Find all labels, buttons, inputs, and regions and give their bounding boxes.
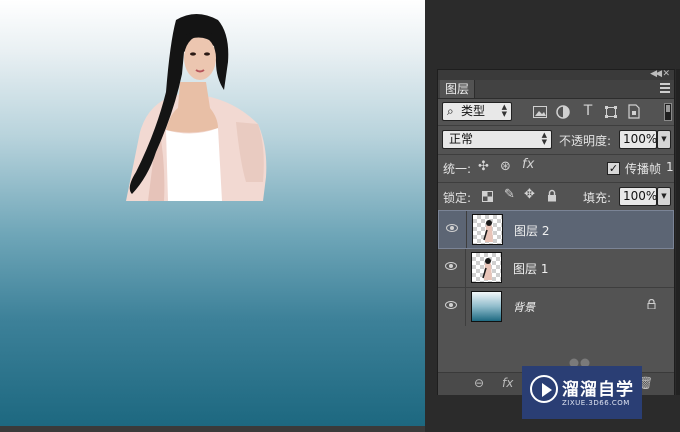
divider <box>438 125 674 126</box>
fill-value: 100% <box>623 189 658 203</box>
opacity-dropdown-button[interactable]: ▼ <box>657 130 671 149</box>
layer-thumbnail <box>471 291 502 322</box>
filter-row: ⌕ 类型 ▲ ▼ T <box>438 101 674 123</box>
filter-type-label: 类型 <box>461 104 486 118</box>
fill-dropdown-button[interactable]: ▼ <box>657 187 671 206</box>
layer-row-2[interactable]: 图层 2 <box>438 210 674 249</box>
opacity-input[interactable]: 100% <box>619 130 657 149</box>
divider <box>438 182 674 183</box>
blend-row: 正常 ▲ ▼ 不透明度: 100% ▼ <box>438 128 674 152</box>
adjustment-filter-icon[interactable] <box>556 105 570 119</box>
unify-label: 统一: <box>443 162 472 176</box>
watermark-title: 溜溜自学 <box>562 380 634 400</box>
play-logo-icon <box>530 375 558 403</box>
add-style-icon[interactable]: fx <box>502 376 513 390</box>
layer-name[interactable]: 背景 <box>513 299 535 315</box>
tab-layers[interactable]: 图层 <box>440 80 476 98</box>
layer-row-1[interactable]: 图层 1 <box>438 249 674 288</box>
woman-photo <box>126 14 267 201</box>
layer-name[interactable]: 图层 1 <box>513 260 548 277</box>
opacity-label: 不透明度: <box>559 134 612 148</box>
propagate-checkbox[interactable]: ✓ <box>607 162 620 175</box>
smart-object-filter-icon[interactable] <box>628 104 640 119</box>
chevron-updown-icon: ▲ ▼ <box>541 131 547 146</box>
blend-mode-value: 正常 <box>449 132 474 146</box>
lock-all-icon[interactable] <box>547 189 557 202</box>
fill-label: 填充: <box>583 191 612 205</box>
fill-input[interactable]: 100% <box>619 187 657 206</box>
dock-scroll-strip <box>676 69 680 395</box>
panel-menu-icon[interactable] <box>660 83 670 95</box>
opacity-value: 100% <box>623 132 658 146</box>
panel-tabbar: 图层 <box>438 80 674 99</box>
link-layers-icon[interactable]: ⊖ <box>474 376 484 390</box>
unify-row: 统一: ✣ ⊛ fx ✓ 传播帧 1 <box>438 156 674 180</box>
lock-transparency-icon[interactable] <box>482 191 493 202</box>
visibility-eye-icon[interactable] <box>438 249 466 287</box>
shape-filter-icon[interactable] <box>604 105 618 119</box>
layers-panel: ◀◀ ✕ 图层 ⌕ 类型 ▲▼ T 正常 ▲▼ 不透明度: 100% ▼ 统 <box>437 69 675 395</box>
unify-style-icon[interactable]: fx <box>522 157 534 172</box>
filter-type-select[interactable]: ⌕ 类型 ▲ ▼ <box>442 102 512 121</box>
layer-thumbnail <box>472 214 503 245</box>
lock-position-icon[interactable]: ✥ <box>524 187 535 202</box>
canvas-footer-strip <box>0 426 425 432</box>
visibility-eye-icon[interactable] <box>439 211 467 248</box>
close-icon[interactable]: ✕ <box>662 69 670 79</box>
blend-mode-select[interactable]: 正常 ▲ ▼ <box>442 130 552 149</box>
panel-topbar: ◀◀ ✕ <box>438 69 674 80</box>
lock-pixels-icon[interactable]: ✎ <box>504 187 515 202</box>
visibility-eye-icon[interactable] <box>438 288 466 326</box>
unify-position-icon[interactable]: ✣ <box>478 159 489 174</box>
lock-row: 锁定: ✎ ✥ 填充: 100% ▼ <box>438 184 674 208</box>
divider <box>438 154 674 155</box>
propagate-label: 传播帧 <box>625 162 662 176</box>
type-filter-icon[interactable]: T <box>580 103 596 119</box>
layer-row-background[interactable]: 背景 <box>438 288 674 327</box>
lock-icon <box>647 299 656 309</box>
search-icon: ⌕ <box>447 104 454 118</box>
collapse-icon[interactable]: ◀◀ <box>650 69 662 79</box>
propagate-frame-number: 1 <box>666 160 674 174</box>
unify-visibility-icon[interactable]: ⊛ <box>500 159 511 174</box>
layer-name[interactable]: 图层 2 <box>514 222 549 239</box>
filter-toggle[interactable] <box>664 103 672 121</box>
layer-thumbnail <box>471 252 502 283</box>
document-canvas[interactable] <box>0 0 425 426</box>
chevron-updown-icon: ▲ ▼ <box>501 103 507 118</box>
image-filter-icon[interactable] <box>533 106 547 118</box>
lock-label: 锁定: <box>443 191 472 205</box>
watermark-logo: 溜溜自学 ZIXUE.3D66.COM <box>522 366 642 419</box>
watermark-subtitle: ZIXUE.3D66.COM <box>562 399 630 407</box>
